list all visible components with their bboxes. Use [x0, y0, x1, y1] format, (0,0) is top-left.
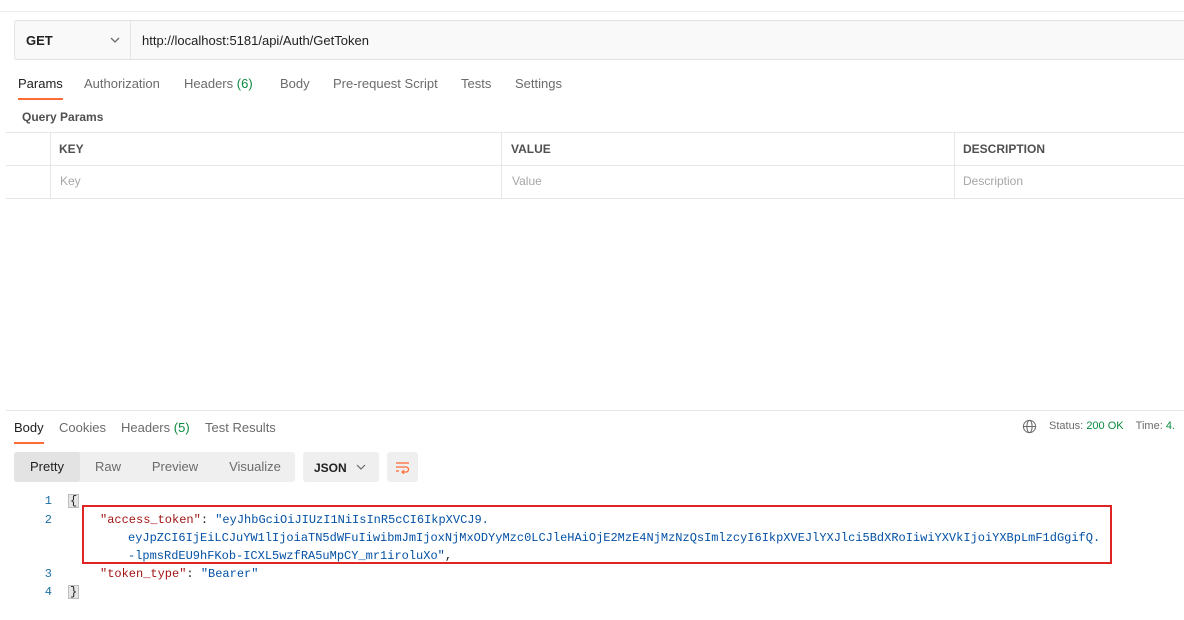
- response-tab-body[interactable]: Body: [14, 420, 44, 444]
- response-headers-count: (5): [173, 420, 190, 435]
- response-status: Status: 200 OK Time: 4.: [1049, 420, 1175, 432]
- format-select[interactable]: JSON: [303, 452, 379, 482]
- tab-settings[interactable]: Settings: [515, 76, 562, 91]
- tab-label: Body: [280, 76, 310, 91]
- active-tab-indicator: [18, 98, 63, 100]
- status-value[interactable]: 200 OK: [1086, 420, 1123, 432]
- chevron-down-icon: [356, 464, 366, 470]
- line-number: 3: [44, 567, 52, 581]
- view-mode-switch: Pretty Raw Preview Visualize: [14, 452, 295, 482]
- table-divider: [6, 132, 1184, 133]
- view-raw-button[interactable]: Raw: [84, 452, 132, 482]
- code-line: {: [68, 494, 80, 508]
- tab-label: Authorization: [84, 76, 160, 91]
- view-preview-button[interactable]: Preview: [140, 452, 210, 482]
- code-line: }: [68, 585, 80, 599]
- tab-label: Tests: [461, 76, 492, 91]
- line-number: 2: [44, 513, 52, 527]
- globe-icon[interactable]: [1022, 419, 1037, 434]
- token-type-value: "Bearer": [200, 567, 259, 581]
- tab-label: Cookies: [59, 420, 106, 435]
- response-tab-headers[interactable]: Headers (5): [121, 420, 190, 435]
- url-input[interactable]: http://localhost:5181/api/Auth/GetToken: [142, 33, 369, 48]
- time-label: Time:: [1135, 420, 1163, 432]
- column-header-description: DESCRIPTION: [963, 142, 1046, 156]
- response-divider[interactable]: [6, 410, 1184, 411]
- code-line: "token_type": "Bearer": [100, 567, 259, 581]
- table-divider: [6, 165, 1184, 166]
- value-input[interactable]: Value: [512, 174, 542, 188]
- response-tab-test-results[interactable]: Test Results: [205, 420, 276, 435]
- query-params-table: KEY VALUE DESCRIPTION Key Value Descript…: [6, 132, 1184, 199]
- tab-authorization[interactable]: Authorization: [84, 76, 160, 91]
- tab-label: Pre-request Script: [333, 76, 438, 91]
- annotation-highlight-box: [82, 505, 1112, 564]
- response-tab-cookies[interactable]: Cookies: [59, 420, 106, 435]
- wrap-lines-button[interactable]: [387, 452, 418, 482]
- table-divider: [6, 198, 1184, 199]
- tab-label: Params: [18, 76, 63, 91]
- tab-body[interactable]: Body: [280, 76, 310, 91]
- query-params-title: Query Params: [22, 110, 104, 124]
- headers-count: (6): [236, 76, 253, 91]
- column-header-value: VALUE: [511, 142, 551, 156]
- column-header-key: KEY: [59, 142, 84, 156]
- tab-headers[interactable]: Headers (6): [184, 76, 253, 91]
- url-bar: GET http://localhost:5181/api/Auth/GetTo…: [14, 20, 1184, 60]
- tab-label: Headers: [121, 420, 171, 435]
- method-label: GET: [26, 33, 53, 48]
- tab-label: Test Results: [205, 420, 276, 435]
- description-input[interactable]: Description: [963, 174, 1023, 188]
- chevron-down-icon: [110, 37, 120, 43]
- column-divider: [501, 132, 502, 198]
- format-label: JSON: [314, 461, 347, 475]
- wrap-lines-icon: [396, 462, 410, 474]
- tab-tests[interactable]: Tests: [461, 76, 491, 91]
- status-label: Status:: [1049, 420, 1084, 432]
- view-visualize-button[interactable]: Visualize: [218, 452, 292, 482]
- line-number: 4: [44, 585, 52, 599]
- view-pretty-button[interactable]: Pretty: [14, 452, 80, 482]
- tab-label: Body: [14, 420, 44, 435]
- tab-params[interactable]: Params: [18, 76, 63, 100]
- tab-label: Headers: [184, 76, 234, 91]
- open-brace: {: [68, 494, 80, 508]
- token-type-key: "token_type": [100, 567, 187, 581]
- column-divider: [954, 132, 955, 198]
- column-divider: [50, 132, 51, 198]
- time-value[interactable]: 4.: [1166, 420, 1175, 432]
- method-select[interactable]: GET: [15, 21, 131, 59]
- key-input[interactable]: Key: [60, 174, 81, 188]
- active-tab-indicator: [14, 442, 44, 444]
- tab-label: Settings: [515, 76, 562, 91]
- line-number: 1: [44, 494, 52, 508]
- close-brace: }: [68, 585, 80, 599]
- top-divider: [0, 11, 1184, 12]
- tab-pre-request-script[interactable]: Pre-request Script: [333, 76, 438, 91]
